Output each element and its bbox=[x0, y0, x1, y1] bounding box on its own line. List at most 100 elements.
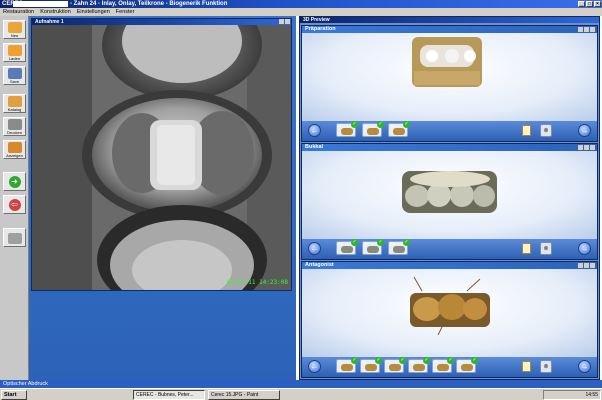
document-icon[interactable] bbox=[522, 243, 531, 254]
section-close-icon[interactable] bbox=[590, 145, 595, 150]
view-button[interactable]: Anzeigen bbox=[3, 140, 26, 159]
scan-thumbnail[interactable]: 02 ✓ bbox=[362, 121, 384, 137]
taskbar-item-paint[interactable]: Cerec 15.JPG - Paint bbox=[208, 390, 280, 400]
window-controls: _ □ × bbox=[578, 1, 601, 7]
prev-arrow-icon[interactable]: ← bbox=[308, 124, 321, 137]
start-button[interactable]: Start bbox=[1, 390, 27, 400]
intraoral-image[interactable]: 09.01.11 14:23:08 bbox=[32, 25, 291, 290]
taskbar-item-cerec[interactable]: CEREC - Bubnes, Peter... bbox=[133, 390, 205, 400]
section-title: Antagonist bbox=[305, 262, 334, 268]
camera-button[interactable] bbox=[3, 228, 26, 247]
redacted-patient-name bbox=[13, 1, 68, 7]
tooth-model-icon bbox=[412, 37, 482, 87]
thumb-number: 01 bbox=[338, 241, 343, 246]
document-icon[interactable] bbox=[522, 361, 531, 372]
menu-restauration[interactable]: Restauration bbox=[3, 8, 34, 16]
check-icon: ✓ bbox=[377, 239, 384, 246]
tooth-thumb-icon bbox=[341, 128, 353, 135]
menu-einstellungen[interactable]: Einstellungen bbox=[77, 8, 110, 16]
catalog-button[interactable]: Katalog bbox=[3, 94, 26, 113]
folder-icon bbox=[7, 45, 22, 56]
tooth-thumb-icon bbox=[367, 128, 379, 135]
scan-thumbnail[interactable]: 01 ✓ bbox=[336, 357, 358, 373]
scan-thumbnail[interactable]: 03 ✓ bbox=[388, 121, 410, 137]
prev-arrow-icon[interactable]: ← bbox=[308, 360, 321, 373]
status-bar: Optischer Abdruck bbox=[0, 380, 602, 388]
scan-thumbnail[interactable]: 01 ✓ bbox=[336, 121, 358, 137]
tool-label: Anzeigen bbox=[6, 153, 23, 158]
maximize-button[interactable]: □ bbox=[586, 1, 593, 7]
section-header: Präparation bbox=[302, 26, 597, 33]
thumbnail-bar: ← 01 ✓ 02 ✓ 03 ✓ ⊗ → bbox=[302, 239, 597, 259]
preview-panel-header: 3D Preview bbox=[300, 17, 599, 23]
menu-fenster[interactable]: Fenster bbox=[116, 8, 135, 16]
next-step-button[interactable]: ➜ bbox=[3, 172, 26, 191]
panel-close-icon[interactable] bbox=[285, 19, 290, 24]
forward-arrow-icon: ➜ bbox=[8, 176, 21, 188]
tool-label: Neu bbox=[10, 33, 19, 38]
thumb-number: 05 bbox=[434, 359, 439, 364]
minimize-button[interactable]: _ bbox=[578, 1, 585, 7]
check-icon: ✓ bbox=[351, 239, 358, 246]
menu-bar: Restauration Konstruktion Einstellungen … bbox=[0, 8, 602, 16]
preview-view-praeparation[interactable] bbox=[302, 33, 597, 121]
thumb-number: 02 bbox=[362, 359, 367, 364]
check-icon: ✓ bbox=[375, 357, 382, 364]
scan-thumbnail[interactable]: 03 ✓ bbox=[388, 239, 410, 255]
tooth-thumb-icon bbox=[341, 364, 353, 371]
catalog-icon bbox=[7, 96, 22, 107]
scan-thumbnail[interactable]: 05 ✓ bbox=[432, 357, 454, 373]
preview-view-antagonist[interactable] bbox=[302, 269, 597, 357]
section-bukkal: Bukkal ← 01 ✓ 02 ✓ 03 ✓ ⊗ → bbox=[301, 143, 598, 260]
delete-icon[interactable]: ⊗ bbox=[540, 242, 552, 255]
thumbnail-list: 01 ✓ 02 ✓ 03 ✓ bbox=[336, 239, 410, 255]
delete-icon[interactable]: ⊗ bbox=[540, 124, 552, 137]
task-label: CEREC - Bubnes, Peter... bbox=[136, 392, 194, 398]
thumb-number: 02 bbox=[364, 241, 369, 246]
section-restore-icon[interactable] bbox=[584, 145, 589, 150]
section-close-icon[interactable] bbox=[590, 27, 595, 32]
scan-thumbnail[interactable]: 01 ✓ bbox=[336, 239, 358, 255]
tool-label: Drucken bbox=[7, 130, 22, 135]
section-minimize-icon[interactable] bbox=[578, 263, 583, 268]
view-icon bbox=[7, 142, 22, 153]
preview-panel: 3D Preview Präparation ← 01 ✓ 02 ✓ 03 ✓ … bbox=[299, 16, 600, 380]
next-arrow-icon[interactable]: → bbox=[578, 360, 591, 373]
section-minimize-icon[interactable] bbox=[578, 145, 583, 150]
next-arrow-icon[interactable]: → bbox=[578, 124, 591, 137]
system-tray: 14:55 bbox=[543, 390, 601, 400]
section-minimize-icon[interactable] bbox=[578, 27, 583, 32]
check-icon: ✓ bbox=[471, 357, 478, 364]
previous-step-button[interactable]: ⇦ bbox=[3, 195, 26, 214]
panel-minimize-icon[interactable] bbox=[279, 19, 284, 24]
section-restore-icon[interactable] bbox=[584, 263, 589, 268]
preview-view-bukkal[interactable] bbox=[302, 151, 597, 239]
print-button[interactable]: Drucken bbox=[3, 117, 26, 136]
menu-konstruktion[interactable]: Konstruktion bbox=[40, 8, 71, 16]
next-arrow-icon[interactable]: → bbox=[578, 242, 591, 255]
tool-label: Laden bbox=[8, 56, 21, 61]
scan-thumbnail[interactable]: 02 ✓ bbox=[362, 239, 384, 255]
status-text: Optischer Abdruck bbox=[3, 381, 48, 387]
delete-icon[interactable]: ⊗ bbox=[540, 360, 552, 373]
scan-thumbnail[interactable]: 06 ✓ bbox=[456, 357, 478, 373]
clock[interactable]: 14:55 bbox=[585, 392, 598, 398]
close-button[interactable]: × bbox=[594, 1, 601, 7]
thumbnail-list: 01 ✓ 02 ✓ 03 ✓ bbox=[336, 121, 410, 137]
prev-arrow-icon[interactable]: ← bbox=[308, 242, 321, 255]
tooth-model-icon bbox=[410, 276, 490, 336]
start-label: Start bbox=[4, 392, 17, 398]
new-button[interactable]: Neu bbox=[3, 20, 26, 39]
save-button[interactable]: Save bbox=[3, 66, 26, 85]
open-button[interactable]: Laden bbox=[3, 43, 26, 62]
task-label: Cerec 15.JPG - Paint bbox=[211, 392, 259, 398]
scan-thumbnail[interactable]: 02 ✓ bbox=[360, 357, 382, 373]
document-icon[interactable] bbox=[522, 125, 531, 136]
section-close-icon[interactable] bbox=[590, 263, 595, 268]
section-restore-icon[interactable] bbox=[584, 27, 589, 32]
left-toolbar: Neu Laden Save Katalog Drucken Anzeigen … bbox=[0, 16, 29, 380]
thumbnail-list: 01 ✓ 02 ✓ 03 ✓ 04 ✓ 05 ✓ 06 ✓ bbox=[336, 357, 478, 373]
scan-thumbnail[interactable]: 04 ✓ bbox=[408, 357, 430, 373]
tool-label: Katalog bbox=[7, 107, 22, 112]
scan-thumbnail[interactable]: 03 ✓ bbox=[384, 357, 406, 373]
